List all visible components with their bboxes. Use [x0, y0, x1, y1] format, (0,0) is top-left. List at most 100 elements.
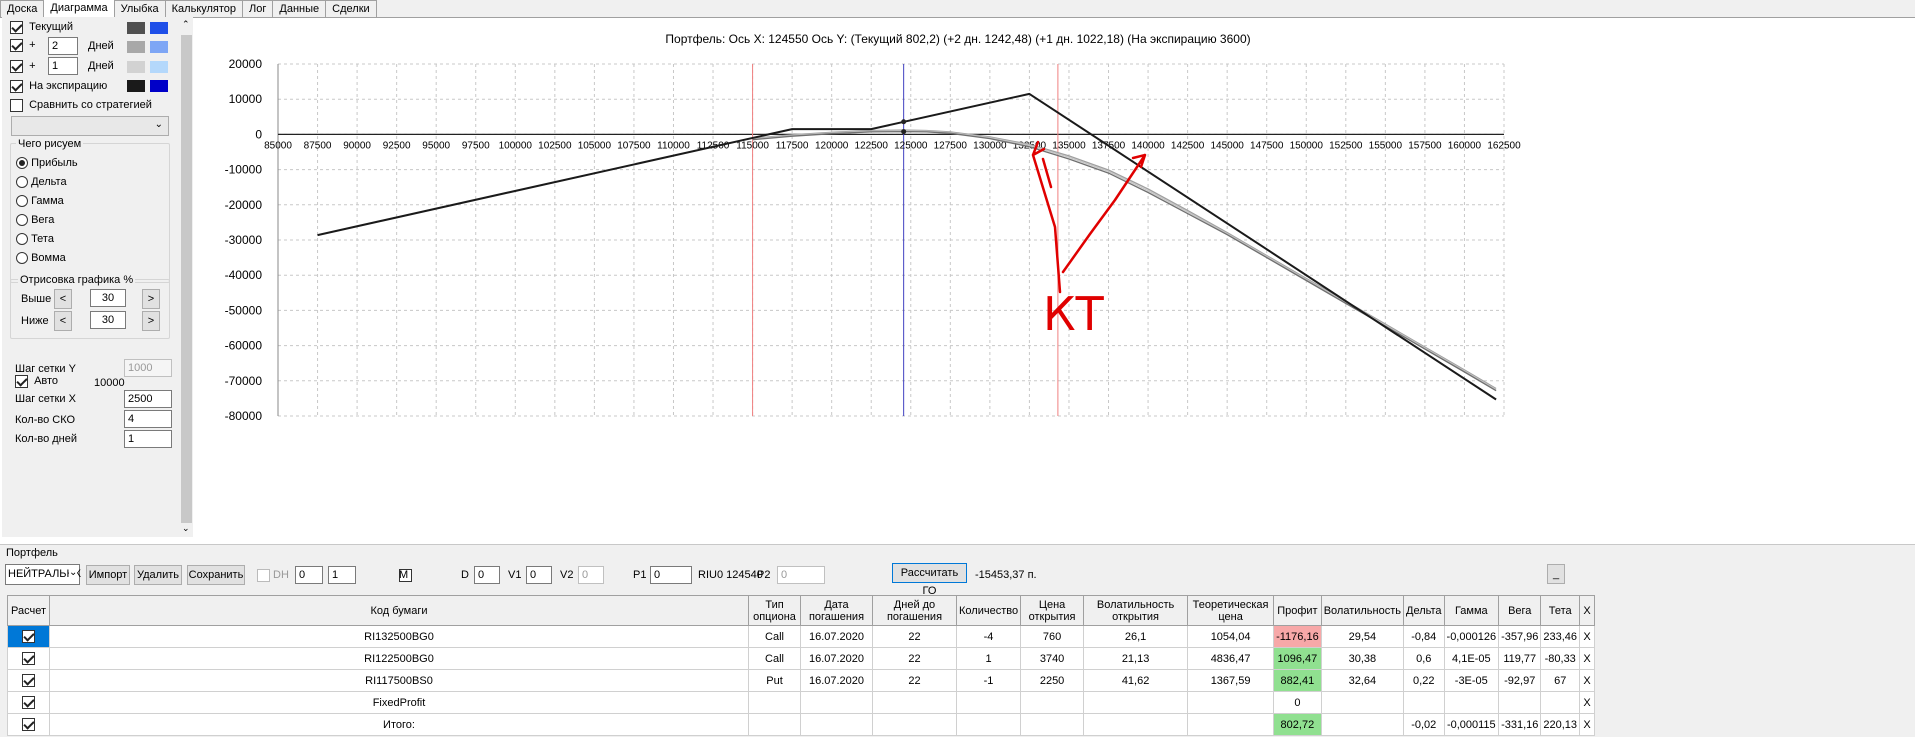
col-theta[interactable]: Тета [1540, 595, 1581, 626]
radio-delta[interactable]: Дельта [16, 173, 78, 192]
radio-profit[interactable]: Прибыль [16, 154, 78, 173]
above-decrease-button[interactable]: < [54, 289, 72, 309]
plus2-color-a[interactable] [127, 41, 145, 53]
col-code[interactable]: Код бумаги [49, 595, 749, 626]
x-tick-label: 130000 [973, 140, 1007, 151]
delete-row-button[interactable]: X [1579, 625, 1596, 648]
calc-checkbox-cell[interactable] [7, 625, 50, 648]
delete-row-button[interactable]: X [1579, 669, 1596, 692]
table-row[interactable]: RI122500BG0 Call 16.07.2020 22 1 3740 21,13 483… [7, 647, 1596, 670]
plus1-color-a[interactable] [127, 61, 145, 73]
below-input[interactable]: 30 [90, 311, 126, 329]
below-increase-button[interactable]: > [142, 311, 160, 331]
sko-input[interactable]: 4 [124, 410, 172, 428]
plus2-color-b[interactable] [150, 41, 168, 53]
current-color-b[interactable] [150, 22, 168, 34]
row-calc-checkbox[interactable] [22, 696, 35, 709]
col-profit[interactable]: Профит [1273, 595, 1322, 626]
delete-row-button[interactable]: X [1579, 691, 1596, 714]
col-vega[interactable]: Вега [1498, 595, 1542, 626]
dh-input-1[interactable]: 0 [295, 566, 323, 584]
days1-input[interactable]: 1 [48, 57, 78, 75]
tab-deals[interactable]: Сделки [325, 0, 377, 17]
grid-x-input[interactable]: 2500 [124, 390, 172, 408]
col-open-vol[interactable]: Волатильность открытия [1083, 595, 1189, 626]
days2-input[interactable]: 2 [48, 37, 78, 55]
calc-checkbox-cell[interactable] [7, 669, 50, 692]
below-decrease-button[interactable]: < [54, 311, 72, 331]
dh-input-2[interactable]: 1 [328, 566, 356, 584]
row-calc-checkbox[interactable] [22, 718, 35, 731]
table-row[interactable]: FixedProfit 0 X [7, 691, 1596, 714]
tab-calculator[interactable]: Калькулятор [164, 0, 244, 17]
exp-color-b[interactable] [150, 80, 168, 92]
calc-checkbox-cell[interactable] [7, 691, 50, 714]
col-vol[interactable]: Волатильность [1320, 595, 1405, 626]
col-days[interactable]: Дней до погашения [872, 595, 957, 626]
delete-row-button[interactable]: X [1579, 647, 1596, 670]
calc-checkbox-cell[interactable] [7, 713, 50, 736]
plus2-checkbox[interactable] [10, 39, 23, 52]
table-cell: 30,38 [1320, 647, 1405, 670]
splitter[interactable] [0, 544, 1915, 548]
scroll-down-icon[interactable]: ⌄ [182, 523, 190, 534]
tab-data[interactable]: Данные [272, 0, 327, 17]
x-tick-label: 142500 [1171, 140, 1205, 151]
dh-checkbox[interactable] [257, 569, 270, 582]
tab-board[interactable]: Доска [0, 0, 45, 17]
tab-smile[interactable]: Улыбка [113, 0, 166, 17]
current-color-a[interactable] [127, 22, 145, 34]
v2-input[interactable]: 0 [578, 566, 604, 584]
plus1-checkbox[interactable] [10, 60, 23, 73]
col-theor[interactable]: Теоретическая цена [1187, 595, 1275, 626]
table-row[interactable]: RI117500BS0 Put 16.07.2020 22 -1 2250 41,62 136… [7, 669, 1596, 692]
d-input[interactable]: 0 [474, 566, 500, 584]
plus1-color-b[interactable] [150, 61, 168, 73]
mode-select[interactable]: НЕЙТРАЛЬНК ⌄ [5, 564, 81, 585]
radio-theta[interactable]: Тета [16, 230, 78, 249]
calc-checkbox-cell[interactable] [7, 647, 50, 670]
col-calc[interactable]: Расчет [7, 595, 50, 626]
compare-strategy-select[interactable]: ⌄ [11, 116, 169, 136]
col-delta[interactable]: Дельта [1403, 595, 1445, 626]
auto-checkbox[interactable] [15, 375, 28, 388]
delete-button[interactable]: Удалить [134, 565, 182, 585]
p1-input[interactable]: 0 [650, 566, 692, 584]
calc-go-button[interactable]: Рассчитать ГО [892, 563, 967, 597]
v1-input[interactable]: 0 [526, 566, 552, 584]
radio-vomma[interactable]: Вомма [16, 249, 78, 268]
table-row[interactable]: Итого: 802,72 -0,02 -0,000115 -331,16 220,13 X [7, 713, 1596, 736]
tab-log[interactable]: Лог [242, 0, 274, 17]
p2-input[interactable]: 0 [777, 566, 825, 584]
col-gamma[interactable]: Гамма [1443, 595, 1500, 626]
col-date[interactable]: Дата погашения [800, 595, 873, 626]
row-calc-checkbox[interactable] [22, 674, 35, 687]
col-type[interactable]: Тип опциона [748, 595, 801, 626]
exp-color-a[interactable] [127, 80, 145, 92]
minimize-button[interactable]: _ [1547, 564, 1565, 584]
save-button[interactable]: Сохранить [187, 565, 245, 585]
tab-diagram[interactable]: Диаграмма [43, 0, 115, 18]
scroll-up-icon[interactable]: ⌃ [182, 19, 190, 30]
radio-vega[interactable]: Вега [16, 211, 78, 230]
row-calc-checkbox[interactable] [22, 652, 35, 665]
compare-checkbox[interactable] [10, 99, 23, 112]
settings-scrollbar[interactable]: ⌃ ⌄ [180, 17, 193, 537]
days-count-input[interactable]: 1 [124, 430, 172, 448]
current-checkbox[interactable] [10, 21, 23, 34]
scrollbar-thumb[interactable] [181, 35, 192, 523]
above-increase-button[interactable]: > [142, 289, 160, 309]
delete-row-button[interactable]: X [1579, 713, 1596, 736]
table-row[interactable]: RI132500BG0 Call 16.07.2020 22 -4 760 26,1 1054… [7, 625, 1596, 648]
table-cell: 22 [872, 669, 957, 692]
col-qty[interactable]: Количество [955, 595, 1022, 626]
row-calc-checkbox[interactable] [22, 630, 35, 643]
expiration-checkbox[interactable] [10, 80, 23, 93]
radio-gamma[interactable]: Гамма [16, 192, 78, 211]
import-button[interactable]: Импорт [86, 565, 130, 585]
col-open-price[interactable]: Цена открытия [1020, 595, 1085, 626]
profit-chart[interactable]: Портфель: Ось X: 124550 Ось Y: (Текущий … [195, 22, 1915, 542]
col-x[interactable]: X [1579, 595, 1596, 626]
above-input[interactable]: 30 [90, 289, 126, 307]
grid-y-input[interactable]: 1000 [124, 359, 172, 377]
